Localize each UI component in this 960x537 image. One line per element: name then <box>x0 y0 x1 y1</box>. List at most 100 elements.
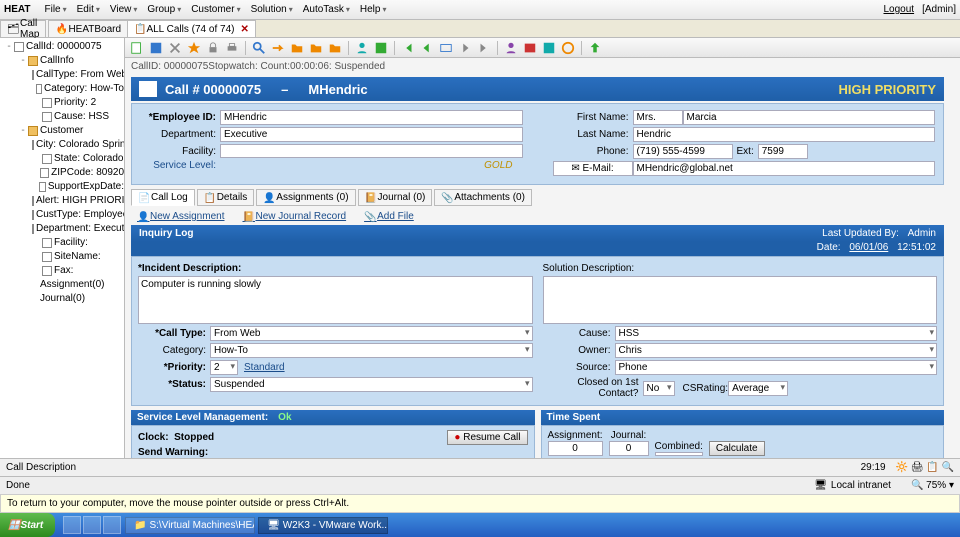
quick-icon[interactable] <box>186 40 202 56</box>
menu-customer[interactable]: Customer▾ <box>187 2 244 17</box>
tree-node[interactable]: Department: Executive <box>0 222 124 236</box>
tab-callmap[interactable]: 🗂Call Map <box>0 20 46 37</box>
resume-call-button[interactable]: ● Resume Call <box>447 430 527 445</box>
cause-select[interactable]: HSS <box>615 326 938 341</box>
zone-label: 🖥 Local intranet <box>814 480 891 491</box>
flag-icon[interactable] <box>373 40 389 56</box>
tree-node[interactable]: SiteName: <box>0 250 124 264</box>
closed1st-select[interactable]: No <box>643 381 675 396</box>
tab-journal[interactable]: 📔Journal (0) <box>358 189 433 206</box>
last-icon[interactable] <box>476 40 492 56</box>
logout-link[interactable]: Logout <box>884 4 915 15</box>
status-select[interactable]: Suspended <box>210 377 533 392</box>
tree-node[interactable]: Journal(0) <box>0 292 124 306</box>
folder-icon[interactable] <box>289 40 305 56</box>
first-icon[interactable] <box>400 40 416 56</box>
exit-icon[interactable] <box>587 40 603 56</box>
people-icon[interactable] <box>354 40 370 56</box>
calllog-icon: 📄 <box>138 193 148 203</box>
new-assignment-link[interactable]: 👤New Assignment <box>137 211 224 222</box>
tree-node[interactable]: Facility: <box>0 236 124 250</box>
tree-node[interactable]: -CallInfo <box>0 54 124 68</box>
tree-node[interactable]: City: Colorado Springs <box>0 138 124 152</box>
cfg-icon[interactable] <box>541 40 557 56</box>
menu-help[interactable]: Help▾ <box>356 2 391 17</box>
tab-attachments[interactable]: 📎Attachments (0) <box>434 189 532 206</box>
new-icon[interactable] <box>129 40 145 56</box>
counter-icon[interactable] <box>438 40 454 56</box>
employee-id-field[interactable]: MHendric <box>220 110 523 125</box>
email-field[interactable]: MHendric@global.net <box>633 161 936 176</box>
add-file-link[interactable]: 📎Add File <box>364 211 414 222</box>
lastname-field[interactable]: Hendric <box>633 127 936 142</box>
ext-field[interactable]: 7599 <box>758 144 808 159</box>
solution-textarea[interactable] <box>543 276 938 324</box>
print-icon[interactable] <box>224 40 240 56</box>
prev-icon[interactable] <box>419 40 435 56</box>
save-icon[interactable] <box>148 40 164 56</box>
solution-label: Solution Description: <box>543 263 938 274</box>
phone-field[interactable]: (719) 555-4599 <box>633 144 733 159</box>
ql-explorer-icon[interactable] <box>103 516 121 534</box>
find-icon[interactable] <box>251 40 267 56</box>
tree-node[interactable]: -CallId: 00000075 <box>0 40 124 54</box>
tree-node[interactable]: SupportExpDate: <box>0 180 124 194</box>
task-vmware[interactable]: 🖥 W2K3 - VMware Work... <box>258 517 388 534</box>
tree-node[interactable]: Alert: HIGH PRIORITY <box>0 194 124 208</box>
customer-icon[interactable] <box>503 40 519 56</box>
new-journal-link[interactable]: 📔New Journal Record <box>242 211 346 222</box>
priority-select[interactable]: 2 <box>210 360 238 375</box>
ql-ie-icon[interactable] <box>63 516 81 534</box>
tab-allcalls[interactable]: 📋 ALL Calls (74 of 74)✕ <box>127 20 256 37</box>
journal-time[interactable]: 0 <box>609 441 649 456</box>
facility-field[interactable] <box>220 144 523 158</box>
tab-heatboard[interactable]: 🔥HEATBoard <box>48 20 128 37</box>
menu-view[interactable]: View▾ <box>106 2 142 17</box>
csrating-select[interactable]: Average <box>728 381 788 396</box>
tab-assignments[interactable]: 👤Assignments (0) <box>256 189 355 206</box>
standard-link[interactable]: Standard <box>244 362 285 373</box>
firstname-field[interactable]: Marcia <box>683 110 936 125</box>
tree-node[interactable]: ZIPCode: 80920 <box>0 166 124 180</box>
folder2-icon[interactable] <box>327 40 343 56</box>
tree-node[interactable]: Fax: <box>0 264 124 278</box>
title-field[interactable]: Mrs. <box>633 110 683 125</box>
menu-group[interactable]: Group▾ <box>143 2 185 17</box>
menu-solution[interactable]: Solution▾ <box>247 2 297 17</box>
folder1-icon[interactable] <box>308 40 324 56</box>
journal-icon: 📔 <box>365 193 375 203</box>
incident-textarea[interactable]: Computer is running slowly <box>138 276 533 324</box>
abandon-icon[interactable] <box>167 40 183 56</box>
department-field[interactable]: Executive <box>220 127 523 142</box>
tree-node[interactable]: Category: How-To <box>0 82 124 96</box>
menu-autotask[interactable]: AutoTask▾ <box>299 2 354 17</box>
transfer-icon[interactable] <box>270 40 286 56</box>
menu-edit[interactable]: Edit▾ <box>73 2 104 17</box>
tab-calllog[interactable]: 📄Call Log <box>131 189 195 206</box>
tree-node[interactable]: CallType: From Web <box>0 68 124 82</box>
lock-icon[interactable] <box>205 40 221 56</box>
next-icon[interactable] <box>457 40 473 56</box>
calltype-select[interactable]: From Web <box>210 326 533 341</box>
tabclose-icon[interactable]: ✕ <box>240 24 248 35</box>
menu-file[interactable]: File▾ <box>40 2 70 17</box>
ticket-icon[interactable] <box>522 40 538 56</box>
tree-node[interactable]: Assignment(0) <box>0 278 124 292</box>
tab-details[interactable]: 📋Details <box>197 189 255 206</box>
tree-node[interactable]: State: Colorado <box>0 152 124 166</box>
email-button[interactable]: ✉ E-Mail: <box>553 161 633 176</box>
owner-select[interactable]: Chris <box>615 343 938 358</box>
tree-node[interactable]: Priority: 2 <box>0 96 124 110</box>
zoom-label[interactable]: 🔍 75% ▾ <box>911 480 954 491</box>
category-select[interactable]: How-To <box>210 343 533 358</box>
source-select[interactable]: Phone <box>615 360 938 375</box>
assignment-time[interactable]: 0 <box>548 441 603 456</box>
tree-node[interactable]: Cause: HSS <box>0 110 124 124</box>
tree-node[interactable]: CustType: Employee <box>0 208 124 222</box>
calculate-button[interactable]: Calculate <box>709 441 765 456</box>
task-explorer[interactable]: 📁 S:\Virtual Machines\HEA... <box>125 517 255 534</box>
ql-desktop-icon[interactable] <box>83 516 101 534</box>
start-button[interactable]: 🪟 Start <box>0 513 55 537</box>
history-icon[interactable] <box>560 40 576 56</box>
tree-node[interactable]: -Customer <box>0 124 124 138</box>
